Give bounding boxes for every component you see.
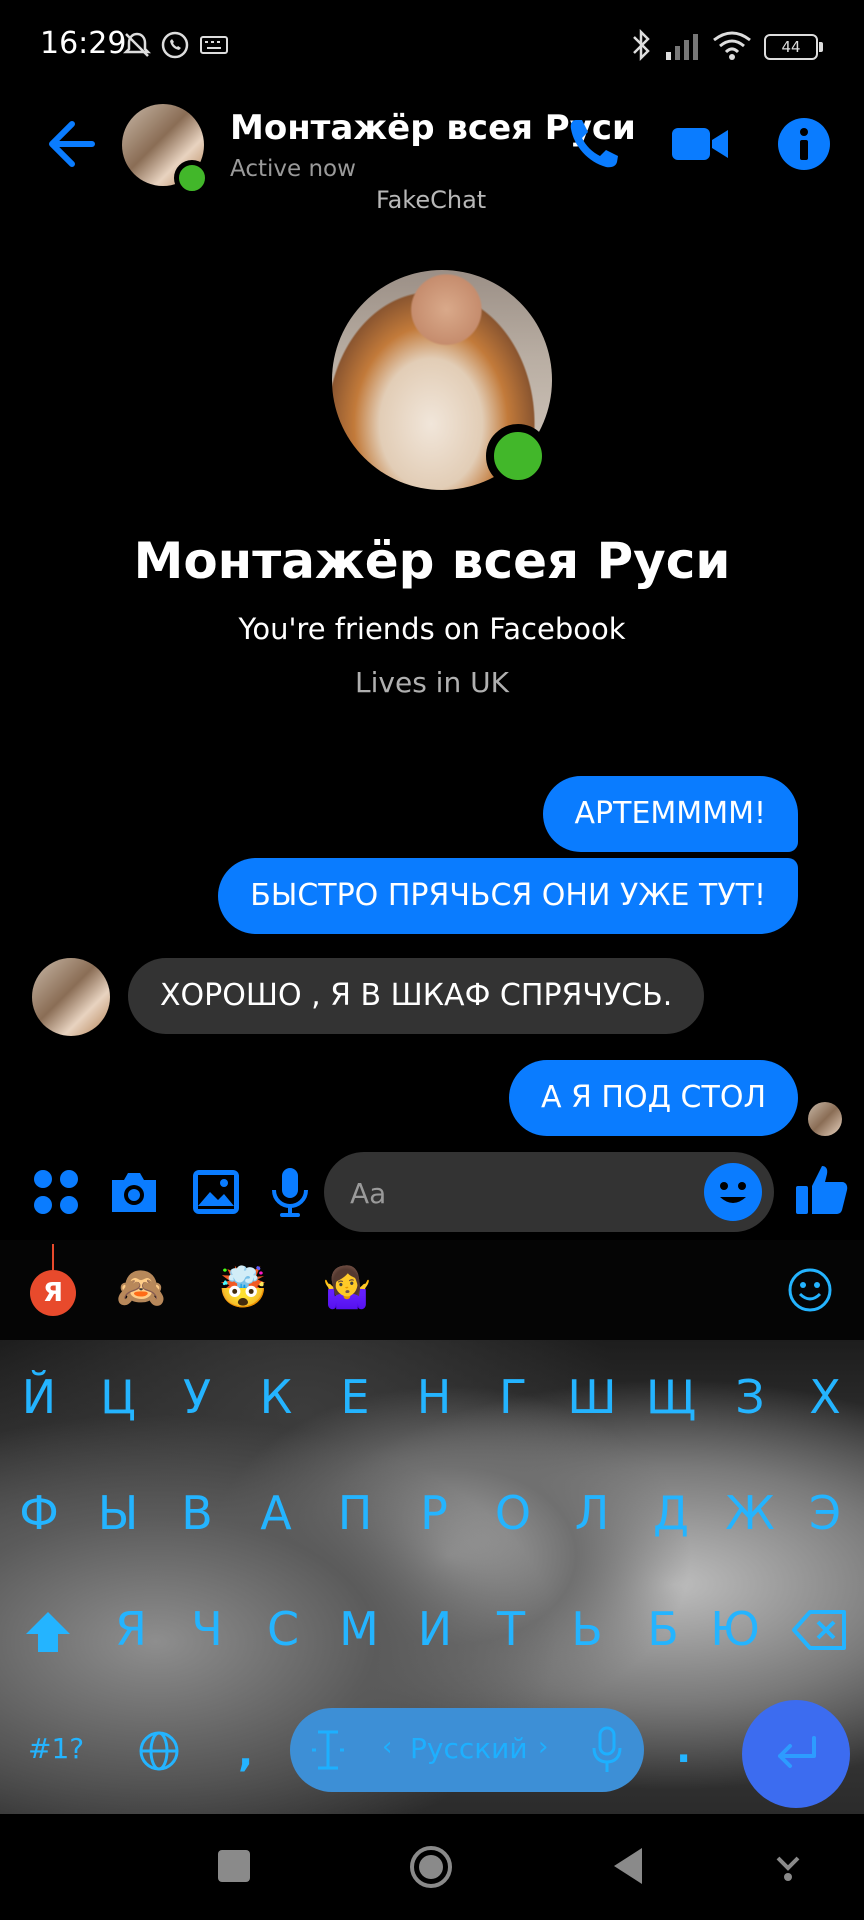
key-я[interactable]: Я [96, 1602, 166, 1656]
key-а[interactable]: А [241, 1486, 311, 1540]
key-ю[interactable]: Ю [700, 1602, 770, 1656]
online-indicator [174, 160, 210, 196]
emoji-keyboard-icon[interactable] [786, 1266, 834, 1314]
camera-icon[interactable] [106, 1164, 162, 1220]
backspace-icon[interactable] [792, 1608, 848, 1652]
key-ь[interactable]: Ь [552, 1602, 622, 1656]
battery-indicator: 44 [764, 34, 823, 60]
info-icon[interactable] [772, 112, 836, 176]
voice-input-icon[interactable] [590, 1726, 624, 1774]
whatsapp-icon [161, 31, 189, 59]
gallery-icon[interactable] [188, 1164, 244, 1220]
profile-location: Lives in UK [355, 666, 509, 699]
key-ц[interactable]: Ц [83, 1370, 153, 1424]
back-arrow-icon[interactable] [40, 114, 100, 174]
message-input-container [324, 1152, 774, 1234]
back-nav-icon[interactable] [610, 1846, 646, 1886]
recent-apps-icon[interactable] [218, 1850, 250, 1882]
key-ж[interactable]: Ж [715, 1486, 785, 1540]
language-prev-icon: ‹ [382, 1732, 393, 1762]
period-key[interactable]: . [676, 1726, 691, 1772]
message-outgoing[interactable]: БЫСТРО ПРЯЧЬСЯ ОНИ УЖЕ ТУТ! [218, 858, 798, 934]
phone-call-icon[interactable] [562, 112, 626, 176]
key-с[interactable]: С [248, 1602, 318, 1656]
thumbs-up-icon[interactable] [792, 1160, 850, 1218]
emoji-suggestion[interactable]: 🙈 [116, 1264, 166, 1311]
shift-icon[interactable] [22, 1606, 74, 1658]
key-л[interactable]: Л [557, 1486, 627, 1540]
cursor-icon [312, 1730, 344, 1770]
profile-friends-line: You're friends on Facebook [238, 612, 626, 646]
signal-icon [666, 34, 698, 60]
key-у[interactable]: У [162, 1370, 232, 1424]
contact-status: Active now [230, 156, 356, 182]
enter-key[interactable] [742, 1700, 850, 1808]
key-н[interactable]: Н [399, 1370, 469, 1424]
key-р[interactable]: Р [399, 1486, 469, 1540]
emoji-suggestion[interactable]: 🤯 [218, 1264, 268, 1311]
key-ч[interactable]: Ч [172, 1602, 242, 1656]
key-й[interactable]: Й [4, 1370, 74, 1424]
key-т[interactable]: Т [476, 1602, 546, 1656]
key-и[interactable]: И [400, 1602, 470, 1656]
status-time: 16:29 [40, 26, 127, 61]
symbols-key[interactable]: #1? [28, 1732, 84, 1765]
bluetooth-icon [633, 28, 650, 62]
yandex-badge-string [52, 1244, 54, 1270]
globe-icon[interactable] [138, 1730, 180, 1772]
status-bar: 16:29 44 [0, 0, 864, 92]
key-в[interactable]: В [162, 1486, 232, 1540]
key-х[interactable]: Х [790, 1370, 860, 1424]
keyboard: Я 🙈 🤯 🤷‍♀️ Й Ц У К Е Н Г Ш Щ З Х Ф Ы В А… [0, 1240, 864, 1814]
key-ш[interactable]: Ш [557, 1370, 627, 1424]
emoji-suggestion[interactable]: 🤷‍♀️ [322, 1264, 372, 1311]
home-icon[interactable] [408, 1844, 454, 1890]
message-incoming[interactable]: ХОРОШО , Я В ШКАФ СПРЯЧУСЬ. [128, 958, 705, 1034]
message-outgoing[interactable]: АРТЕММММ! [542, 776, 798, 852]
microphone-icon[interactable] [262, 1164, 318, 1220]
key-д[interactable]: Д [636, 1486, 706, 1540]
space-bar[interactable]: ‹ Русский › [290, 1708, 644, 1792]
key-м[interactable]: М [324, 1602, 394, 1656]
key-ы[interactable]: Ы [83, 1486, 153, 1540]
emoji-icon[interactable] [704, 1163, 762, 1221]
comma-key[interactable]: , [238, 1730, 253, 1776]
apps-menu-icon[interactable] [28, 1164, 84, 1220]
read-receipt-avatar [808, 1102, 842, 1136]
navigation-bar [0, 1814, 864, 1920]
message-input[interactable] [348, 1152, 682, 1234]
video-call-icon[interactable] [668, 112, 732, 176]
profile-online-indicator [486, 424, 550, 488]
language-label: Русский [410, 1732, 528, 1765]
key-г[interactable]: Г [478, 1370, 548, 1424]
enter-icon [778, 1736, 816, 1768]
key-е[interactable]: Е [320, 1370, 390, 1424]
key-о[interactable]: О [478, 1486, 548, 1540]
yandex-badge[interactable]: Я [30, 1270, 76, 1316]
key-ф[interactable]: Ф [4, 1486, 74, 1540]
key-э[interactable]: Э [790, 1486, 860, 1540]
language-next-icon: › [538, 1732, 549, 1762]
hide-keyboard-icon[interactable] [774, 1850, 802, 1882]
wifi-icon [713, 31, 751, 60]
key-п[interactable]: П [320, 1486, 390, 1540]
key-щ[interactable]: Щ [636, 1370, 706, 1424]
app-watermark: FakeChat [376, 186, 487, 214]
profile-name: Монтажёр всея Руси [133, 532, 731, 590]
key-з[interactable]: З [715, 1370, 785, 1424]
notifications-muted-icon [122, 32, 152, 57]
key-к[interactable]: К [241, 1370, 311, 1424]
keyboard-icon [200, 36, 228, 54]
key-б[interactable]: Б [628, 1602, 698, 1656]
sender-avatar[interactable] [32, 958, 110, 1036]
message-outgoing[interactable]: А Я ПОД СТОЛ [508, 1060, 798, 1136]
